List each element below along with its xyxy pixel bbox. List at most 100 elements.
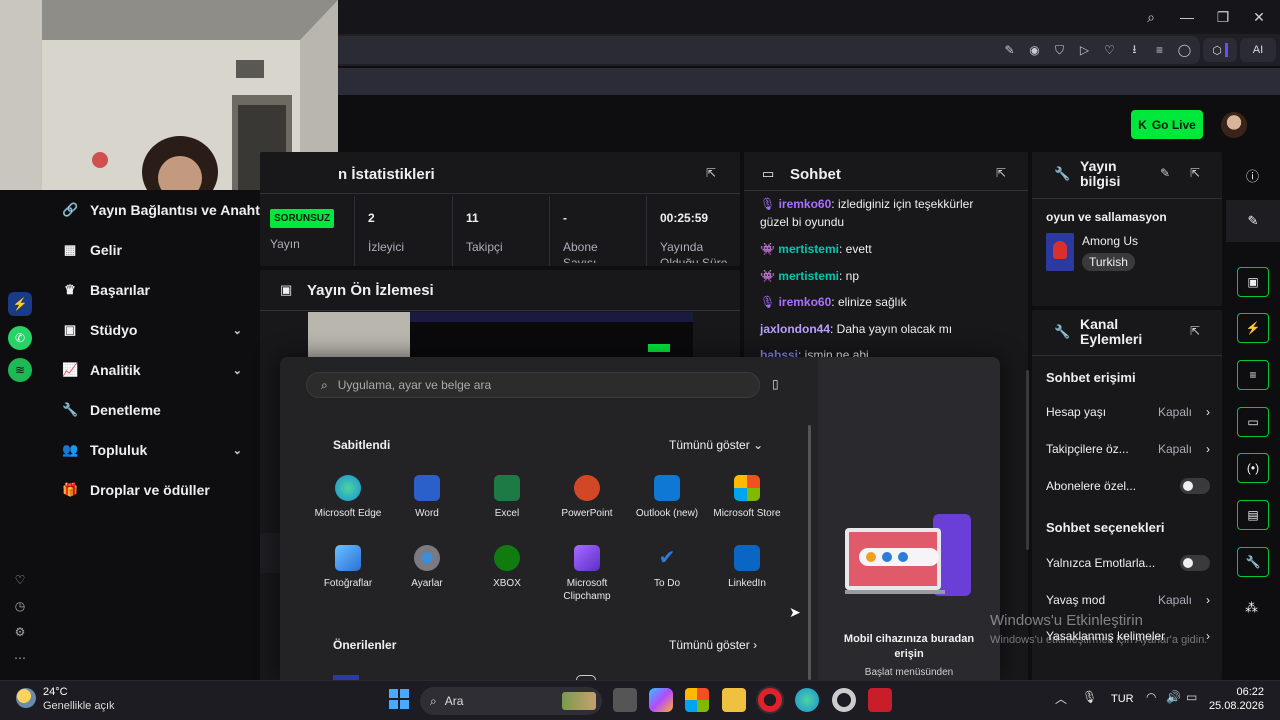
more-icon[interactable]: ⋯ (8, 646, 32, 670)
download-icon[interactable]: ⭳ (1125, 40, 1144, 61)
chat-username[interactable]: iremko60 (779, 295, 832, 309)
app-excel[interactable]: Excel (465, 475, 549, 520)
app-word[interactable]: Word (385, 475, 469, 520)
game-cover-image[interactable] (1046, 233, 1074, 271)
tray-chevron-icon[interactable]: ︿ (1055, 690, 1067, 707)
edit-icon[interactable]: ✎ (1160, 166, 1170, 180)
start-search-input[interactable]: ⌕ Uygulama, ayar ve belge ara (306, 372, 760, 398)
app-photos[interactable]: Fotoğraflar (306, 545, 390, 590)
camera-icon[interactable]: ◉ (1025, 43, 1044, 57)
weather-desc[interactable]: Genellikle açık (43, 700, 115, 712)
go-live-button[interactable]: K Go Live (1131, 110, 1203, 139)
sidebar-item-drops[interactable]: 🎁 Droplar ve ödüller (62, 482, 262, 498)
ai-button[interactable]: AI (1240, 38, 1276, 62)
info-icon[interactable]: ⓘ (1246, 166, 1259, 185)
search-icon[interactable]: ⌕ (1136, 9, 1166, 26)
heart-icon[interactable]: ♡ (8, 568, 32, 592)
weather-icon[interactable] (16, 688, 36, 708)
sidebar-item-moderation[interactable]: 🔧 Denetleme (62, 402, 262, 418)
start-button[interactable] (389, 689, 409, 709)
among-us-icon[interactable] (868, 688, 892, 712)
rail-edit[interactable]: ✎ (1226, 200, 1280, 242)
chat-username[interactable]: iremko60 (779, 197, 832, 211)
task-view-icon[interactable] (613, 688, 637, 712)
game-name[interactable]: Among Us (1082, 234, 1138, 248)
weather-temp[interactable]: 24°C (43, 686, 68, 698)
rail-wrench-button[interactable]: 🔧 (1237, 547, 1269, 577)
rail-layout-button[interactable]: ▣ (1237, 267, 1269, 297)
file-explorer-icon[interactable] (722, 688, 746, 712)
chat-scrollbar[interactable] (1026, 370, 1029, 550)
whatsapp-icon[interactable]: ✆ (8, 326, 32, 350)
chat-username[interactable]: mertistemi (778, 269, 839, 283)
sidebar-item-revenue[interactable]: ▦ Gelir (62, 242, 262, 258)
rail-mod-button[interactable]: ▤ (1237, 500, 1269, 530)
rail-chat-button[interactable]: ▭ (1237, 407, 1269, 437)
chat-username[interactable]: babssi (760, 348, 798, 357)
subscribers-toggle[interactable] (1180, 478, 1210, 494)
taskbar-search[interactable]: ⌕ Ara (420, 687, 602, 715)
account-age-row[interactable]: Hesap yaşı Kapalı › (1046, 405, 1214, 419)
store-icon[interactable] (685, 688, 709, 712)
profile-icon[interactable]: ◯ (1175, 43, 1194, 57)
app-todo[interactable]: ✔ To Do (625, 545, 709, 590)
start-scrollbar[interactable] (808, 425, 811, 680)
chat-username[interactable]: jaxlondon44 (760, 322, 830, 336)
app-outlook[interactable]: Outlook (new) (625, 475, 709, 520)
rail-list-button[interactable]: ≡ (1237, 360, 1269, 390)
app-store[interactable]: Microsoft Store (705, 475, 789, 520)
minimize-button[interactable]: — (1172, 9, 1202, 25)
app-settings[interactable]: Ayarlar (385, 545, 469, 590)
phone-icon[interactable]: ▯ (772, 377, 779, 391)
maximize-button[interactable]: ❐ (1208, 9, 1238, 26)
show-all-recommended-button[interactable]: Tümünü göster › (669, 638, 757, 652)
close-button[interactable]: ✕ (1244, 9, 1274, 26)
popout-icon[interactable]: ⇱ (1190, 166, 1200, 180)
sidebar-item-community[interactable]: 👥 Topluluk ⌄ (62, 442, 262, 458)
app-xbox[interactable]: XBOX (465, 545, 549, 590)
sidebar-item-studio[interactable]: ▣ Stüdyo ⌄ (62, 322, 262, 338)
opera-icon[interactable] (758, 688, 782, 712)
language-indicator[interactable]: TUR (1111, 693, 1134, 705)
stream-preview-video[interactable] (308, 312, 693, 358)
popout-icon[interactable]: ⇱ (996, 166, 1006, 180)
rail-broadcast-button[interactable]: (•) (1237, 453, 1269, 483)
edge-icon[interactable] (795, 688, 819, 712)
sidebar-item-analytics[interactable]: 📈 Analitik ⌄ (62, 362, 262, 378)
app-clipchamp[interactable]: Microsoft Clipchamp (545, 545, 629, 603)
shield-icon[interactable]: ⛉ (1050, 43, 1069, 58)
more-icon[interactable]: ⁂ (1245, 600, 1258, 616)
show-all-pinned-button[interactable]: Tümünü göster ⌄ (669, 438, 763, 452)
avatar[interactable] (1221, 112, 1247, 138)
wifi-icon[interactable]: ◠ (1146, 690, 1156, 704)
tag-badge[interactable]: Turkish (1082, 253, 1135, 271)
chat-username[interactable]: mertistemi (778, 242, 839, 256)
slow-mode-row[interactable]: Yavaş mod Kapalı › (1046, 593, 1214, 607)
copilot-icon[interactable] (649, 688, 673, 712)
clock-time[interactable]: 06:22 (1214, 686, 1264, 698)
heart-icon[interactable]: ♡ (1100, 43, 1119, 57)
obs-icon[interactable] (832, 688, 856, 712)
sidebar-item-stream-key[interactable]: 🔗 Yayın Bağlantısı ve Anahtarı (62, 202, 262, 218)
clock-date[interactable]: 25.08.2026 (1200, 700, 1264, 712)
app-powerpoint[interactable]: PowerPoint (545, 475, 629, 520)
followers-only-row[interactable]: Takipçilere öz... Kapalı › (1046, 442, 1214, 456)
messenger-icon[interactable]: ⚡ (8, 292, 32, 316)
menu-icon[interactable]: ≡ (1150, 43, 1169, 57)
extensions-button[interactable]: ⬡ (1203, 38, 1237, 62)
sidebar-item-achievements[interactable]: ♛ Başarılar (62, 282, 262, 298)
emotes-toggle[interactable] (1180, 555, 1210, 571)
spotify-icon[interactable]: ≋ (8, 358, 32, 382)
popout-icon[interactable]: ⇱ (1190, 324, 1200, 338)
app-linkedin[interactable]: LinkedIn (705, 545, 789, 590)
microphone-icon[interactable]: 🎙 (1082, 690, 1097, 704)
rail-bolt-button[interactable]: ⚡ (1237, 313, 1269, 343)
settings-icon[interactable]: ⚙ (8, 620, 32, 644)
play-icon[interactable]: ▷ (1075, 43, 1094, 57)
history-icon[interactable]: ◷ (8, 594, 32, 618)
app-edge[interactable]: Microsoft Edge (306, 475, 390, 520)
battery-icon[interactable]: ▭ (1186, 690, 1197, 704)
edit-icon[interactable]: ✎ (1000, 43, 1019, 57)
volume-icon[interactable]: 🔊 (1166, 690, 1181, 704)
popout-icon[interactable]: ⇱ (706, 166, 716, 180)
